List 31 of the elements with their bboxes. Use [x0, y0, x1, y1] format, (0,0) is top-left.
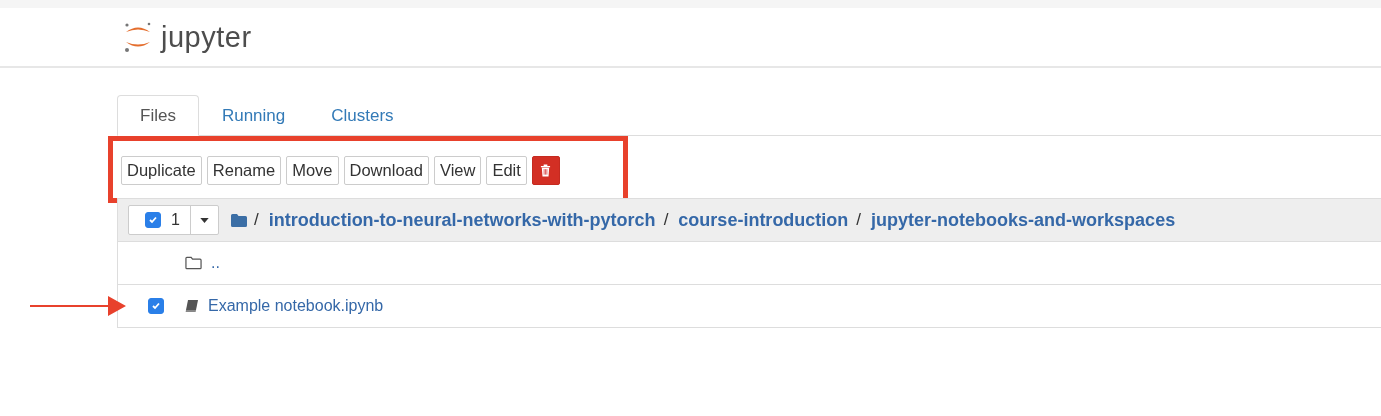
check-icon [148, 215, 158, 225]
tab[interactable]: Running [198, 95, 309, 136]
tab[interactable]: Files [117, 95, 199, 136]
path-separator: / [856, 210, 862, 230]
check-icon [151, 301, 161, 311]
breadcrumb-link[interactable]: jupyter-notebooks-and-workspaces [871, 209, 1176, 231]
folder-icon [185, 256, 202, 270]
breadcrumb-link[interactable]: course-introduction [678, 209, 849, 231]
folder-icon [230, 213, 247, 227]
tab[interactable]: Clusters [308, 95, 417, 136]
select-dropdown[interactable]: 1 [128, 205, 219, 235]
path-separator: / [663, 210, 669, 230]
toolbar-button[interactable]: Rename [206, 156, 282, 185]
toolbar-button[interactable]: View [433, 156, 482, 185]
caret-icon [199, 217, 209, 223]
toolbar-button[interactable]: Duplicate [121, 156, 202, 185]
checkbox[interactable] [148, 298, 164, 314]
breadcrumb-link[interactable]: introduction-to-neural-networks-with-pytorch [268, 209, 656, 231]
selected-count: 1 [171, 211, 180, 229]
logo-text[interactable]: jupyter [161, 20, 252, 54]
file-link[interactable]: .. [211, 254, 220, 272]
trash-icon [540, 164, 552, 177]
book-icon [185, 299, 199, 313]
toolbar-button[interactable]: Download [343, 156, 429, 185]
delete-button[interactable] [531, 156, 560, 185]
logo-icon [123, 20, 153, 54]
file-link[interactable]: Example notebook.ipynb [208, 297, 384, 315]
toolbar-button[interactable]: Edit [486, 156, 527, 185]
checkbox[interactable] [145, 212, 161, 228]
toolbar-button[interactable]: Move [286, 156, 339, 185]
path-separator: / [253, 210, 259, 230]
